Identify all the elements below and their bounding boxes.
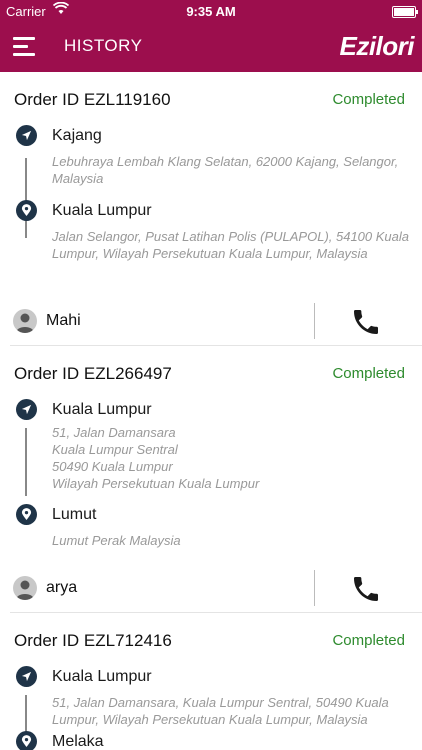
driver-name: arya bbox=[46, 579, 78, 596]
app-bar: HISTORY Ezilori bbox=[0, 22, 422, 72]
status-badge: Completed bbox=[332, 632, 405, 649]
battery-icon bbox=[392, 6, 418, 18]
order-card[interactable]: Order ID EZL712416 Completed Kuala Lumpu… bbox=[0, 613, 422, 750]
pickup-name: Kuala Lumpur bbox=[52, 401, 152, 418]
navigation-arrow-icon bbox=[16, 399, 37, 420]
dropoff-address: Jalan Selangor, Pusat Latihan Polis (PUL… bbox=[52, 229, 410, 261]
phone-icon bbox=[354, 577, 378, 601]
divider bbox=[314, 303, 315, 339]
driver-row: Mahi bbox=[10, 299, 422, 346]
driver-row: arya bbox=[10, 566, 422, 613]
order-history-list[interactable]: Order ID EZL119160 Completed Kajang Lebu… bbox=[0, 72, 422, 750]
pickup-address: Lebuhraya Lembah Klang Selatan, 62000 Ka… bbox=[52, 154, 399, 186]
pickup-name: Kajang bbox=[52, 127, 102, 144]
user-avatar-icon bbox=[13, 309, 37, 333]
user-avatar-icon bbox=[13, 576, 37, 600]
status-badge: Completed bbox=[332, 365, 405, 382]
clock: 9:35 AM bbox=[186, 4, 236, 19]
pickup-address: 51, Jalan Damansara Kuala Lumpur Sentral… bbox=[52, 425, 260, 491]
divider bbox=[314, 570, 315, 606]
pickup-name: Kuala Lumpur bbox=[52, 668, 152, 685]
call-driver-button[interactable] bbox=[350, 306, 384, 340]
dropoff-name: Melaka bbox=[52, 733, 104, 750]
map-pin-icon bbox=[16, 504, 37, 525]
navigation-arrow-icon bbox=[16, 666, 37, 687]
hamburger-icon[interactable] bbox=[13, 37, 35, 56]
map-pin-icon bbox=[16, 731, 37, 750]
call-driver-button[interactable] bbox=[350, 573, 384, 607]
dropoff-name: Kuala Lumpur bbox=[52, 202, 152, 219]
navigation-arrow-icon bbox=[16, 125, 37, 146]
order-id: Order ID EZL712416 bbox=[14, 631, 172, 650]
dropoff-address: Lumut Perak Malaysia bbox=[52, 533, 181, 548]
status-badge: Completed bbox=[332, 91, 405, 108]
order-id: Order ID EZL119160 bbox=[14, 90, 171, 109]
phone-icon bbox=[354, 310, 378, 334]
pickup-address: 51, Jalan Damansara, Kuala Lumpur Sentra… bbox=[52, 695, 389, 727]
order-card[interactable]: Order ID EZL119160 Completed Kajang Lebu… bbox=[0, 72, 422, 346]
dropoff-name: Lumut bbox=[52, 506, 97, 523]
order-card[interactable]: Order ID EZL266497 Completed Kuala Lumpu… bbox=[0, 346, 422, 613]
status-bar: Carrier 9:35 AM bbox=[0, 0, 422, 22]
page-title: HISTORY bbox=[64, 36, 143, 55]
brand-logo: Ezilori bbox=[339, 31, 414, 61]
map-pin-icon bbox=[16, 200, 37, 221]
driver-name: Mahi bbox=[46, 312, 81, 329]
order-id: Order ID EZL266497 bbox=[14, 364, 172, 383]
